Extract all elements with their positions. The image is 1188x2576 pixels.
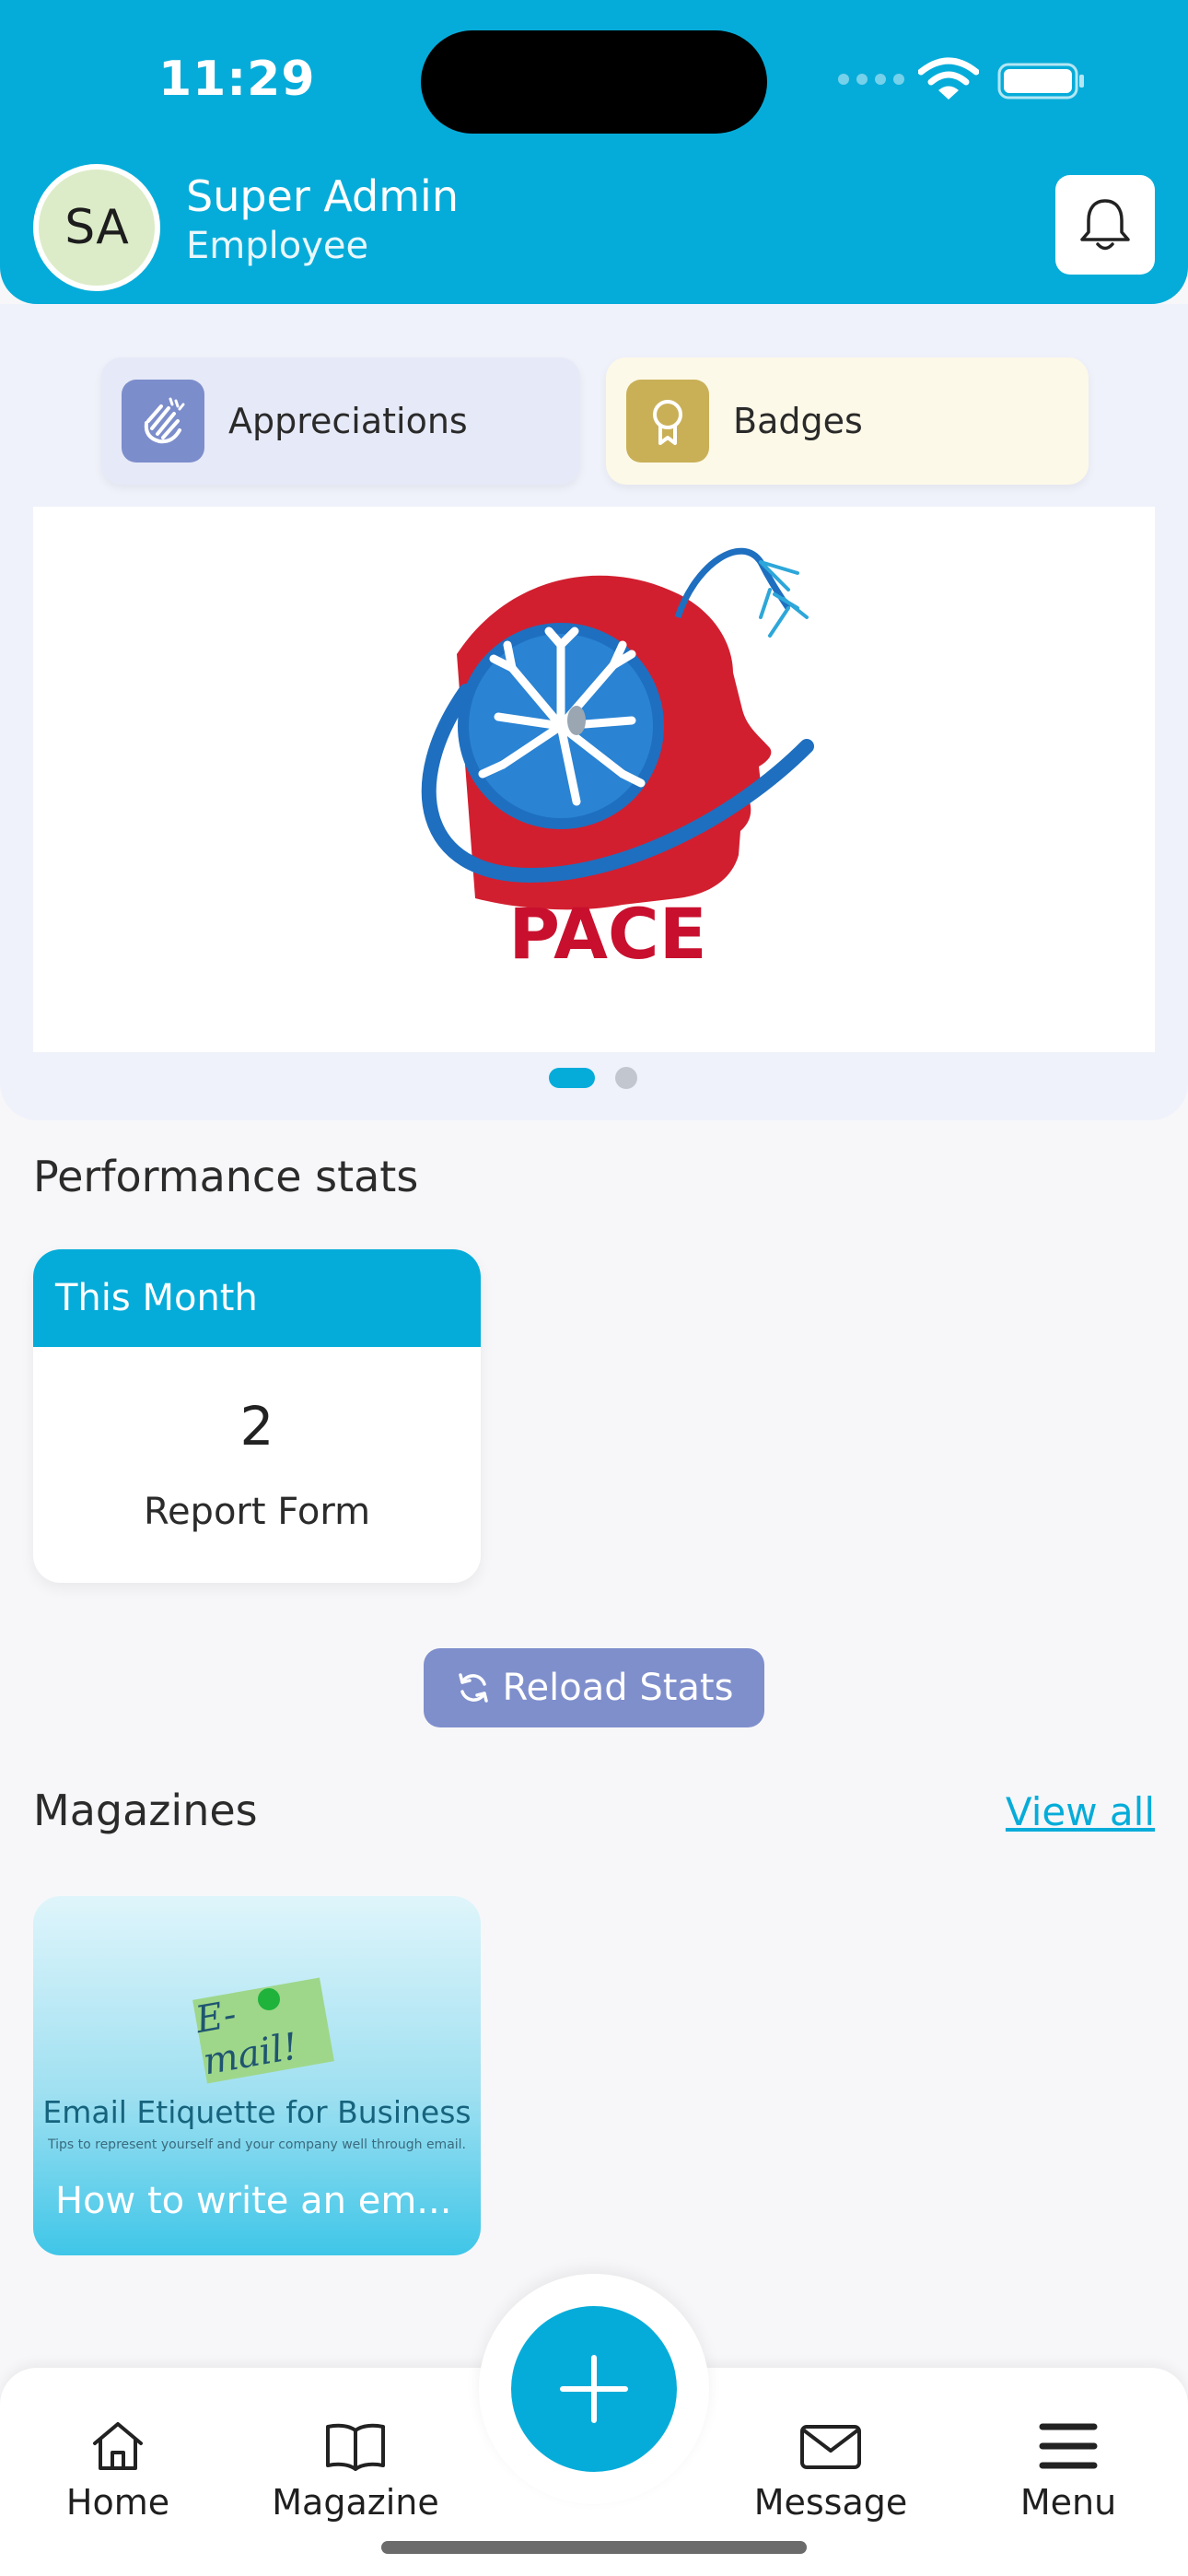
magazine-cover-heading: Email Etiquette for Business bbox=[42, 2094, 472, 2130]
battery-icon bbox=[997, 63, 1084, 100]
reload-stats-button[interactable]: Reload Stats bbox=[424, 1648, 764, 1727]
user-name: Super Admin bbox=[186, 171, 459, 221]
stats-label: Report Form bbox=[143, 1491, 371, 1533]
carousel-dots[interactable] bbox=[549, 1067, 637, 1089]
clapping-hands-icon bbox=[122, 380, 204, 463]
hamburger-icon bbox=[1039, 2423, 1098, 2469]
carousel-dot-active[interactable] bbox=[549, 1068, 595, 1088]
magazines-title: Magazines bbox=[33, 1786, 258, 1835]
nav-menu-label: Menu bbox=[1019, 2482, 1117, 2523]
add-button[interactable] bbox=[511, 2306, 677, 2472]
book-icon bbox=[326, 2423, 385, 2471]
bell-icon bbox=[1080, 199, 1130, 251]
envelope-icon bbox=[800, 2425, 861, 2469]
home-indicator[interactable] bbox=[381, 2541, 807, 2554]
view-all-link[interactable]: View all bbox=[1006, 1789, 1155, 1834]
badges-label: Badges bbox=[733, 401, 863, 441]
magazine-title: How to write an em... bbox=[55, 2180, 452, 2222]
nav-home[interactable]: Home bbox=[17, 2419, 219, 2523]
avatar[interactable]: SA bbox=[33, 164, 160, 291]
stats-value: 2 bbox=[239, 1395, 274, 1458]
home-icon bbox=[93, 2422, 143, 2470]
performance-title: Performance stats bbox=[33, 1152, 419, 1201]
nav-menu[interactable]: Menu bbox=[967, 2419, 1170, 2523]
user-role: Employee bbox=[186, 225, 369, 267]
nav-magazine-label: Magazine bbox=[272, 2482, 439, 2523]
cellular-signal-icon bbox=[838, 74, 904, 85]
magazine-card[interactable]: E-mail! Email Etiquette for Business Tip… bbox=[33, 1896, 481, 2255]
refresh-icon bbox=[458, 1673, 488, 1703]
stats-card: This Month 2 Report Form bbox=[33, 1249, 481, 1583]
badge-ribbon-icon bbox=[626, 380, 709, 463]
banner-carousel[interactable]: PACE bbox=[33, 507, 1155, 1052]
appreciations-button[interactable]: Appreciations bbox=[101, 357, 580, 485]
notifications-button[interactable] bbox=[1055, 175, 1155, 275]
magazine-cover-subheading: Tips to represent yourself and your comp… bbox=[47, 2137, 467, 2152]
appreciations-label: Appreciations bbox=[228, 401, 468, 441]
stats-period: This Month bbox=[33, 1249, 481, 1347]
wifi-icon bbox=[918, 57, 979, 100]
reload-stats-label: Reload Stats bbox=[502, 1667, 734, 1709]
pace-logo: PACE bbox=[421, 547, 814, 975]
nav-home-label: Home bbox=[65, 2482, 170, 2523]
nav-message-label: Message bbox=[753, 2482, 908, 2523]
nav-message[interactable]: Message bbox=[729, 2419, 932, 2523]
nav-magazine[interactable]: Magazine bbox=[254, 2419, 457, 2523]
carousel-dot[interactable] bbox=[615, 1067, 637, 1089]
plus-icon bbox=[560, 2355, 628, 2423]
svg-text:PACE: PACE bbox=[508, 893, 706, 975]
dynamic-island bbox=[421, 30, 767, 134]
status-time: 11:29 bbox=[158, 52, 316, 107]
badges-button[interactable]: Badges bbox=[606, 357, 1089, 485]
pushpin-icon bbox=[258, 1988, 280, 2010]
